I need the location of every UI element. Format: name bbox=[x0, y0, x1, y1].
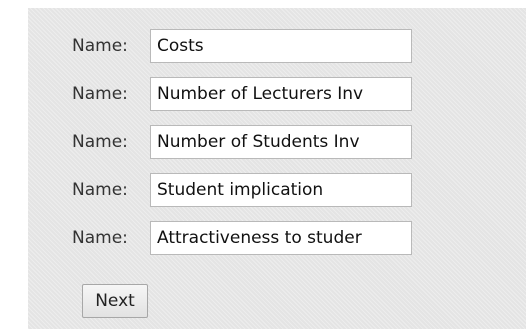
name-input-4[interactable] bbox=[150, 173, 412, 207]
next-button[interactable]: Next bbox=[82, 284, 148, 318]
name-label: Name: bbox=[72, 132, 128, 152]
name-label: Name: bbox=[72, 180, 128, 200]
name-input-2[interactable] bbox=[150, 77, 412, 111]
name-label: Name: bbox=[72, 84, 128, 104]
name-label: Name: bbox=[72, 36, 128, 56]
name-form-panel: Name: Name: Name: Name: Name: Next bbox=[28, 8, 526, 329]
name-input-5[interactable] bbox=[150, 221, 412, 255]
name-input-3[interactable] bbox=[150, 125, 412, 159]
name-label: Name: bbox=[72, 228, 128, 248]
name-input-1[interactable] bbox=[150, 29, 412, 63]
